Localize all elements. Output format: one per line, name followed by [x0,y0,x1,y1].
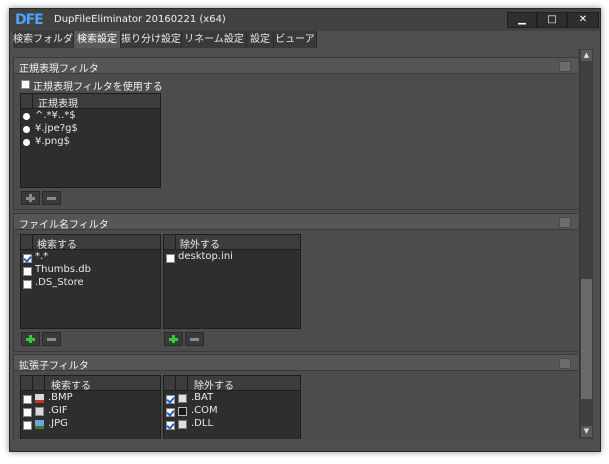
checkbox[interactable] [23,408,32,417]
extension-filter-section: 拡張子フィルタ 検索する .BMP .GIF .JPG 除外する .BAT .C… [13,354,578,439]
list-item[interactable]: desktop.ini [178,251,233,262]
filename-filter-section: ファイル名フィルタ 検索する *.* Thumbs.db .DS_Store 除… [13,213,578,352]
column-header: 除外する [194,381,234,392]
exclude-filename-list[interactable]: 除外する desktop.ini [163,234,301,329]
regex-filter-section: 正規表現フィルタ 正規表現フィルタを使用する 正規表現 ^.*¥..*$ ¥.j… [13,57,578,210]
tab-settings[interactable]: 設定 [247,31,274,48]
radio-button[interactable] [23,113,30,120]
exclude-extension-list[interactable]: 除外する .BAT .COM .DLL [163,375,301,439]
add-include-filename-button[interactable] [21,332,40,346]
regex-filter-header[interactable]: 正規表現フィルタ [14,58,578,75]
include-list-header: 検索する [21,235,160,251]
app-logo: DFE [15,12,44,28]
collapse-toggle-icon[interactable] [559,217,571,228]
use-regex-label: 正規表現フィルタを使用する [33,82,163,93]
include-filename-list[interactable]: 検索する *.* Thumbs.db .DS_Store [20,234,161,329]
remove-regex-button[interactable] [42,191,61,205]
use-regex-checkbox[interactable] [21,80,30,89]
vertical-scrollbar[interactable]: ▲ ▼ [579,49,593,439]
dll-file-icon [178,420,187,429]
list-item[interactable]: .BMP [48,392,73,403]
app-window: DFE DupFileEliminator 20160221 (x64) ▁ □… [9,8,601,452]
filename-filter-header[interactable]: ファイル名フィルタ [14,214,578,231]
bmp-file-icon [35,394,44,403]
scrollbar-thumb[interactable] [581,279,592,399]
checkbox[interactable] [23,280,32,289]
settings-content: 正規表現フィルタ 正規表現フィルタを使用する 正規表現 ^.*¥..*$ ¥.j… [13,49,578,439]
list-item[interactable]: ¥.png$ [35,136,70,147]
list-item[interactable]: .BAT [191,392,213,403]
minus-icon [190,337,199,341]
title-bar[interactable]: DFE DupFileEliminator 20160221 (x64) ▁ □… [10,9,600,31]
collapse-toggle-icon[interactable] [559,358,571,369]
column-header: 検索する [51,381,91,392]
remove-include-filename-button[interactable] [42,332,61,346]
bat-file-icon [178,394,187,403]
add-exclude-filename-button[interactable] [164,332,183,346]
minimize-button[interactable]: ▁ [507,12,537,28]
maximize-button[interactable]: □ [537,12,567,28]
checkbox[interactable] [23,421,32,430]
include-extension-list[interactable]: 検索する .BMP .GIF .JPG [20,375,161,439]
add-regex-button[interactable] [21,191,40,205]
radio-button[interactable] [23,139,30,146]
jpg-file-icon [35,420,44,429]
radio-button[interactable] [23,126,30,133]
list-item[interactable]: ¥.jpe?g$ [35,123,78,134]
scroll-down-icon[interactable]: ▼ [581,426,592,437]
gif-file-icon [35,407,44,416]
column-header: 検索する [37,240,77,251]
checkbox[interactable] [166,254,175,263]
window-title: DupFileEliminator 20160221 (x64) [54,14,226,25]
list-item[interactable]: ^.*¥..*$ [35,110,76,121]
checkbox[interactable] [166,395,175,404]
plus-icon [26,335,35,343]
list-item[interactable]: .COM [191,405,218,416]
list-item[interactable]: .GIF [48,405,68,416]
minus-icon [47,196,56,200]
list-item[interactable]: .DLL [191,418,213,429]
tab-sort-settings[interactable]: 振り分け設定 [121,31,182,48]
scroll-up-icon[interactable]: ▲ [581,50,592,61]
checkbox[interactable] [166,408,175,417]
list-item[interactable]: .JPG [48,418,68,429]
regex-list[interactable]: 正規表現 ^.*¥..*$ ¥.jpe?g$ ¥.png$ [20,93,161,188]
exclude-ext-header: 除外する [164,376,300,392]
list-item[interactable]: Thumbs.db [35,264,91,275]
column-header: 除外する [180,240,220,251]
tab-viewer[interactable]: ビューア [274,31,317,48]
remove-exclude-filename-button[interactable] [185,332,204,346]
list-item[interactable]: .DS_Store [35,277,84,288]
close-button[interactable]: ✕ [567,12,599,28]
plus-icon [26,194,35,202]
section-title: 拡張子フィルタ [19,361,89,372]
tab-search-settings[interactable]: 検索設定 [74,31,121,48]
checkbox[interactable] [166,421,175,430]
minus-icon [47,337,56,341]
column-header: 正規表現 [38,99,78,110]
extension-filter-header[interactable]: 拡張子フィルタ [14,355,578,372]
list-item[interactable]: *.* [35,251,48,262]
checkbox[interactable] [23,395,32,404]
include-ext-header: 検索する [21,376,160,392]
tab-search-folder[interactable]: 検索フォルダ [13,31,74,48]
checkbox[interactable] [23,254,32,263]
regex-list-header: 正規表現 [21,94,160,110]
collapse-toggle-icon[interactable] [559,61,571,72]
plus-icon [169,335,178,343]
exclude-list-header: 除外する [164,235,300,251]
com-file-icon [178,407,187,416]
section-title: 正規表現フィルタ [19,64,99,75]
tab-rename-settings[interactable]: リネーム設定 [182,31,247,48]
section-title: ファイル名フィルタ [19,220,109,231]
checkbox[interactable] [23,267,32,276]
